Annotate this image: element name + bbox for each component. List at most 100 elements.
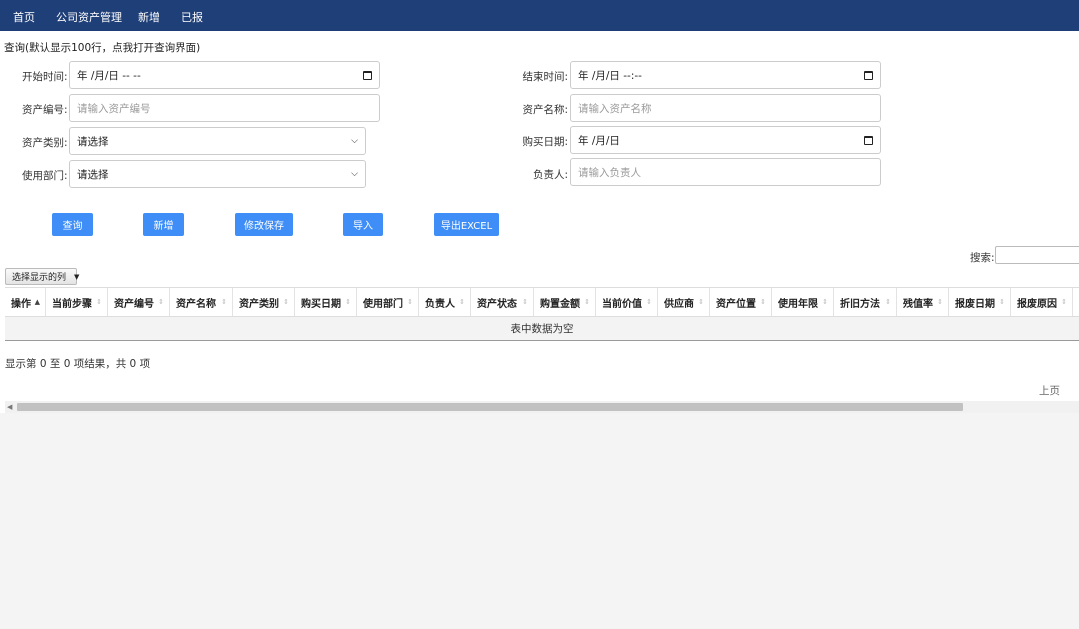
column-header[interactable]: 资产位置 ⇕ bbox=[710, 288, 772, 316]
asset-name-input[interactable]: 请输入资产名称 bbox=[570, 94, 881, 122]
scroll-left-icon[interactable]: ◀ bbox=[7, 401, 12, 413]
column-visibility-button[interactable]: 选择显示的列 ▼ bbox=[5, 268, 80, 285]
column-header-label: 资产位置 bbox=[716, 298, 756, 310]
start-time-value: 年 /月/日 -- -- bbox=[77, 69, 141, 82]
end-time-input[interactable]: 年 /月/日 --:-- bbox=[570, 61, 881, 89]
column-header-label: 资产状态 bbox=[477, 298, 517, 310]
column-header-label: 报废原因 bbox=[1017, 298, 1057, 310]
table-info: 显示第 0 至 0 项结果，共 0 项 bbox=[5, 358, 151, 370]
sort-icon: ⇕ bbox=[760, 298, 766, 306]
sort-icon: ⇕ bbox=[646, 298, 652, 306]
column-header-label: 资产名称 bbox=[176, 298, 216, 310]
column-header[interactable]: 资产编号 ⇕ bbox=[108, 288, 170, 316]
column-header-label: 使用部门 bbox=[363, 298, 403, 310]
column-header-label: 使用年限 bbox=[778, 298, 818, 310]
scrollbar-thumb[interactable] bbox=[17, 403, 963, 411]
sort-icon: ▲ bbox=[34, 298, 40, 306]
column-header[interactable]: 购置金额 ⇕ bbox=[534, 288, 596, 316]
column-header[interactable]: 残值率 ⇕ bbox=[897, 288, 949, 316]
column-header[interactable]: 使用部门 ⇕ bbox=[357, 288, 419, 316]
column-header-label: 当前步骤 bbox=[52, 298, 92, 310]
owner-placeholder: 请输入负责人 bbox=[578, 166, 641, 179]
empty-message: 表中数据为空 bbox=[510, 323, 574, 335]
nav-item-add[interactable]: 新增 bbox=[138, 9, 160, 25]
column-header[interactable]: 资产类别 ⇕ bbox=[233, 288, 295, 316]
calendar-icon[interactable] bbox=[363, 70, 372, 80]
column-header-label: 报废日期 bbox=[955, 298, 995, 310]
query-toggle-hint[interactable]: 查询(默认显示100行，点我打开查询界面) bbox=[4, 40, 200, 55]
column-header[interactable]: 操作 ▲ bbox=[5, 288, 46, 316]
sort-icon: ⇕ bbox=[459, 298, 465, 306]
column-header[interactable]: 购买日期 ⇕ bbox=[295, 288, 357, 316]
column-header[interactable]: 供应商 ⇕ bbox=[658, 288, 710, 316]
table-search-input[interactable] bbox=[995, 246, 1079, 264]
sort-icon: ⇕ bbox=[522, 298, 528, 306]
column-header-label: 购买日期 bbox=[301, 298, 341, 310]
purchase-date-value: 年 /月/日 bbox=[578, 134, 620, 147]
asset-type-value: 请选择 bbox=[77, 135, 109, 148]
asset-no-placeholder: 请输入资产编号 bbox=[77, 102, 151, 115]
add-button[interactable]: 新增 bbox=[143, 213, 184, 236]
sort-icon: ⇕ bbox=[937, 298, 943, 306]
table-header: 操作 ▲ 当前步骤 ⇕ 资产编号 ⇕ 资产名称 ⇕ 资产类别 ⇕ 购买日期 ⇕ 使用部门 ⇕ … bbox=[5, 287, 1079, 317]
column-header[interactable]: 资产名称 ⇕ bbox=[170, 288, 233, 316]
asset-no-label: 资产编号: bbox=[22, 104, 68, 116]
column-header-label: 操作 bbox=[11, 298, 31, 310]
chevron-down-icon: ⌵ bbox=[351, 169, 358, 179]
sort-icon: ⇕ bbox=[1061, 298, 1067, 306]
horizontal-scrollbar[interactable]: ◀ bbox=[5, 401, 1079, 413]
sort-icon: ⇕ bbox=[158, 298, 164, 306]
query-button[interactable]: 查询 bbox=[52, 213, 93, 236]
asset-name-placeholder: 请输入资产名称 bbox=[578, 102, 652, 115]
sort-icon: ⇕ bbox=[96, 298, 102, 306]
sort-icon: ⇕ bbox=[283, 298, 289, 306]
sort-icon: ⇕ bbox=[822, 298, 828, 306]
column-header[interactable]: 当前价值 ⇕ bbox=[596, 288, 658, 316]
column-header-label: 购置金额 bbox=[540, 298, 580, 310]
save-changes-button[interactable]: 修改保存 bbox=[235, 213, 293, 236]
calendar-icon[interactable] bbox=[864, 135, 873, 145]
start-time-label: 开始时间: bbox=[22, 71, 68, 83]
column-header[interactable]: 负责人 ⇕ bbox=[419, 288, 471, 316]
sort-icon: ⇕ bbox=[999, 298, 1005, 306]
department-value: 请选择 bbox=[77, 168, 109, 181]
start-time-input[interactable]: 年 /月/日 -- -- bbox=[69, 61, 380, 89]
nav-item-home[interactable]: 首页 bbox=[13, 9, 35, 25]
end-time-value: 年 /月/日 --:-- bbox=[578, 69, 642, 82]
column-header[interactable]: 资产状态 ⇕ bbox=[471, 288, 534, 316]
column-header[interactable]: 报废日期 ⇕ bbox=[949, 288, 1011, 316]
column-header-label: 供应商 bbox=[664, 298, 694, 310]
caret-down-icon: ▼ bbox=[74, 272, 80, 281]
column-header-label: 残值率 bbox=[903, 298, 933, 310]
owner-input[interactable]: 请输入负责人 bbox=[570, 158, 881, 186]
table-empty-row: 表中数据为空 bbox=[5, 317, 1079, 341]
purchase-date-label: 购买日期: bbox=[522, 136, 568, 148]
nav-item-asset-management[interactable]: 公司资产管理 bbox=[56, 9, 122, 25]
department-select[interactable]: 请选择 ⌵ bbox=[69, 160, 366, 188]
column-header-label: 当前价值 bbox=[602, 298, 642, 310]
calendar-icon[interactable] bbox=[864, 70, 873, 80]
top-navbar: 首页 公司资产管理 新增 已报 bbox=[0, 0, 1079, 31]
sort-icon: ⇕ bbox=[407, 298, 413, 306]
column-header[interactable]: 使用年限 ⇕ bbox=[772, 288, 834, 316]
sort-icon: ⇕ bbox=[345, 298, 351, 306]
column-header-label: 负责人 bbox=[425, 298, 455, 310]
nav-item-reported[interactable]: 已报 bbox=[181, 9, 203, 25]
table-search-label: 搜索: bbox=[970, 252, 995, 264]
column-header-label: 折旧方法 bbox=[840, 298, 880, 310]
asset-type-label: 资产类别: bbox=[22, 137, 68, 149]
asset-type-select[interactable]: 请选择 ⌵ bbox=[69, 127, 366, 155]
previous-page-button[interactable]: 上页 bbox=[1039, 383, 1060, 398]
column-header[interactable]: 报废原因 ⇕ bbox=[1011, 288, 1073, 316]
asset-no-input[interactable]: 请输入资产编号 bbox=[69, 94, 380, 122]
export-excel-button[interactable]: 导出EXCEL bbox=[434, 213, 499, 236]
column-header[interactable]: 当前步骤 ⇕ bbox=[46, 288, 108, 316]
purchase-date-input[interactable]: 年 /月/日 bbox=[570, 126, 881, 154]
department-label: 使用部门: bbox=[22, 170, 68, 182]
end-time-label: 结束时间: bbox=[522, 71, 568, 83]
owner-label: 负责人: bbox=[532, 169, 568, 181]
column-visibility-label: 选择显示的列 bbox=[12, 273, 67, 283]
column-header-label: 资产类别 bbox=[239, 298, 279, 310]
import-button[interactable]: 导入 bbox=[343, 213, 383, 236]
column-header[interactable]: 折旧方法 ⇕ bbox=[834, 288, 897, 316]
